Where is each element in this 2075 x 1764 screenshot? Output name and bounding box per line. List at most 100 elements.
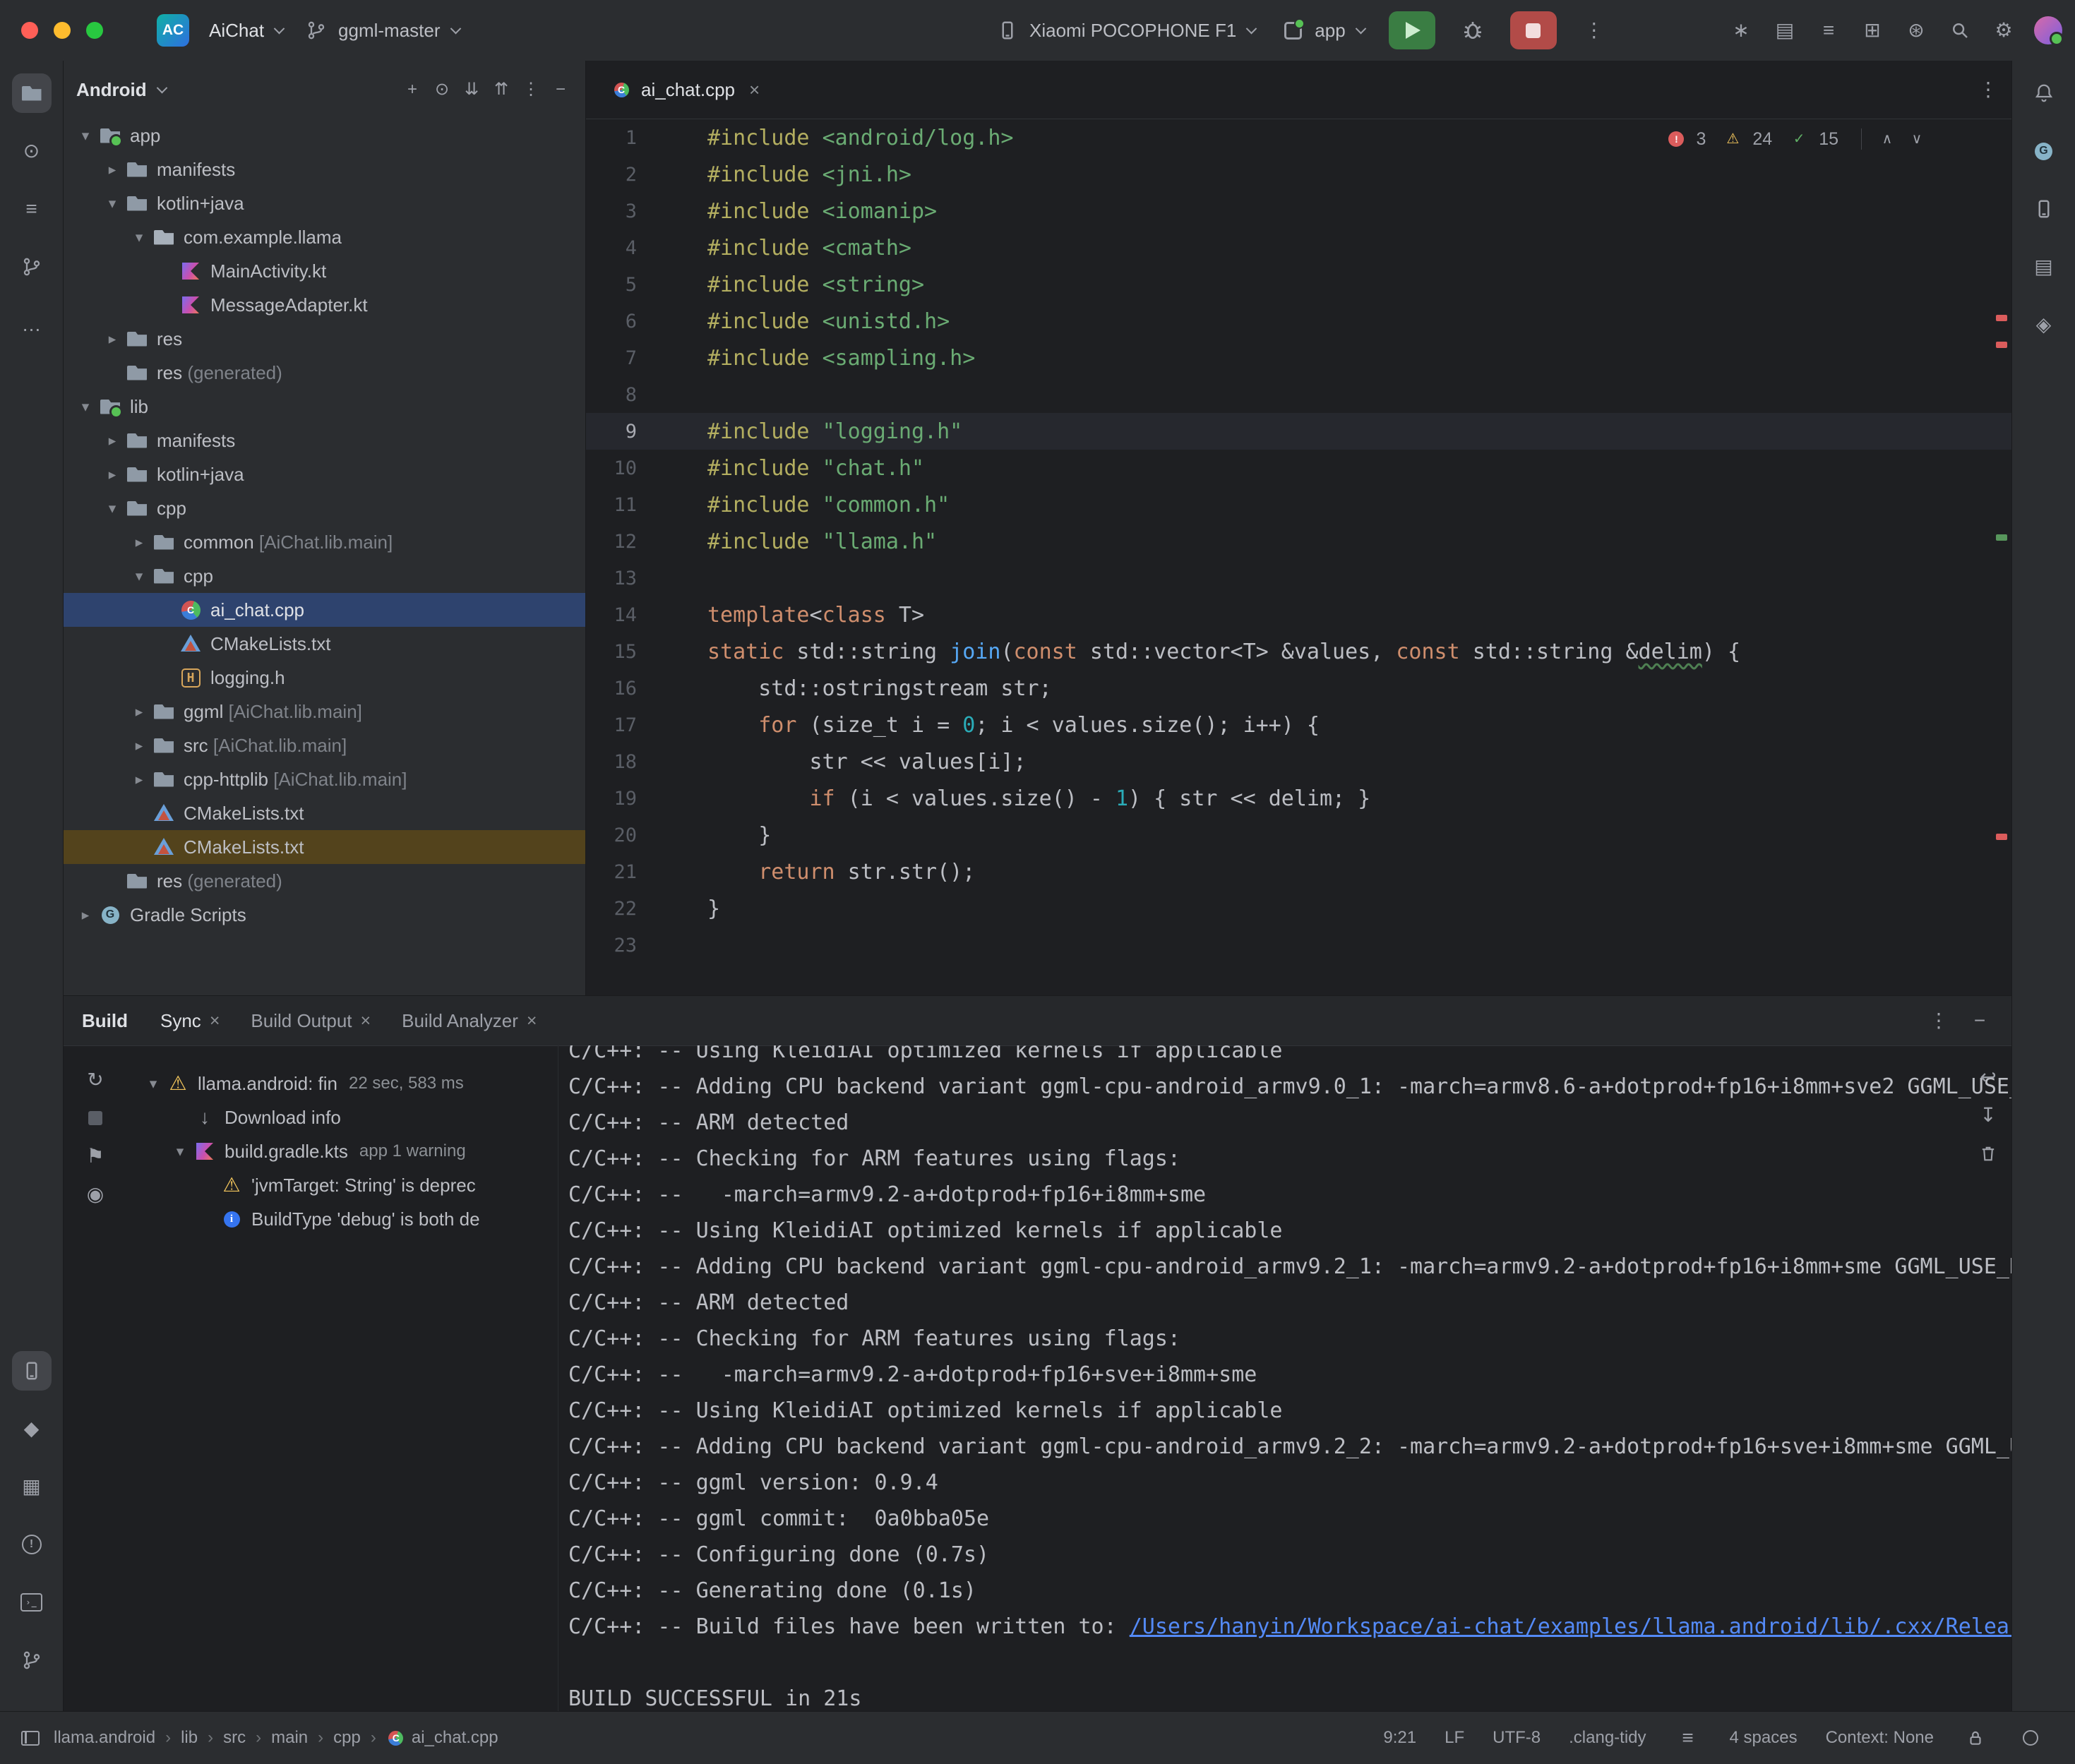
device-explorer-tool-button[interactable]: ▤ [2024, 247, 2064, 287]
code-area[interactable]: 1#include <android/log.h>2#include <jni.… [586, 119, 2011, 964]
line-number[interactable]: 12 [586, 531, 637, 553]
code-line[interactable]: 4#include <cmath> [586, 229, 2011, 266]
lock-icon[interactable] [1948, 1724, 2003, 1751]
close-tab-icon[interactable]: × [749, 79, 760, 101]
more-actions-button[interactable]: ⋮ [1581, 17, 1608, 44]
tree-item[interactable]: ▾cpp [64, 491, 585, 525]
breadcrumb-item[interactable]: src [223, 1728, 246, 1748]
code-line[interactable]: 11#include "common.h" [586, 486, 2011, 523]
tree-item[interactable]: ↓Download info [127, 1100, 558, 1134]
soft-wrap-icon[interactable]: ↩ [1975, 1064, 2002, 1091]
line-number[interactable]: 11 [586, 494, 637, 516]
line-number[interactable]: 3 [586, 200, 637, 222]
ai-assistant-icon[interactable]: ∗ [1728, 17, 1754, 44]
tree-item[interactable]: ▸common [AiChat.lib.main] [64, 525, 585, 559]
profiler-icon[interactable]: ▤ [1771, 17, 1798, 44]
pin-icon[interactable]: ⚑ [82, 1143, 109, 1170]
line-number[interactable]: 20 [586, 824, 637, 846]
tree-item[interactable]: MessageAdapter.kt [64, 288, 585, 322]
gradle-tool-button[interactable] [2024, 131, 2064, 171]
chevron-right-icon[interactable]: ▸ [100, 161, 124, 179]
notifications-tool-button[interactable] [2024, 73, 2064, 113]
tree-item[interactable]: MainActivity.kt [64, 254, 585, 288]
context-widget[interactable]: Context: None [1812, 1728, 1948, 1748]
code-line[interactable]: 19 if (i < values.size() - 1) { str << d… [586, 780, 2011, 817]
build-options-kebab-icon[interactable]: ⋮ [1925, 1007, 1952, 1034]
tool-window-widget-icon[interactable] [17, 1724, 44, 1751]
chevron-right-icon[interactable]: ▸ [100, 330, 124, 348]
chevron-right-icon[interactable]: ▸ [127, 703, 151, 721]
chevron-down-icon[interactable]: ▾ [73, 398, 97, 416]
minimize-window-button[interactable] [54, 22, 71, 39]
zoom-window-button[interactable] [86, 22, 103, 39]
scroll-to-end-icon[interactable]: ↧ [1975, 1102, 2002, 1129]
line-number[interactable]: 1 [586, 127, 637, 149]
tree-item[interactable]: ai_chat.cpp [64, 593, 585, 627]
code-line[interactable]: 7#include <sampling.h> [586, 340, 2011, 376]
caret-position-widget[interactable]: 9:21 [1369, 1728, 1430, 1748]
tree-item[interactable]: ▾build.gradle.ktsapp 1 warning [127, 1134, 558, 1168]
breadcrumb-item[interactable]: lib [181, 1728, 198, 1748]
code-line[interactable]: 6#include <unistd.h> [586, 303, 2011, 340]
code-line[interactable]: 20 } [586, 817, 2011, 853]
line-number[interactable]: 5 [586, 274, 637, 296]
console-link[interactable]: /Users/hanyin/Workspace/ai-chat/examples… [1130, 1614, 2011, 1639]
chevron-right-icon[interactable]: ▸ [100, 466, 124, 484]
tree-item[interactable]: ▸manifests [64, 152, 585, 186]
line-number[interactable]: 13 [586, 568, 637, 589]
line-number[interactable]: 10 [586, 457, 637, 479]
close-tab-icon[interactable]: × [361, 1011, 371, 1031]
change-stripe-mark[interactable] [1996, 534, 2007, 541]
line-number[interactable]: 7 [586, 347, 637, 369]
notifications-status-icon[interactable] [2003, 1724, 2058, 1751]
line-number[interactable]: 14 [586, 604, 637, 626]
plugins-icon[interactable]: ⊞ [1859, 17, 1886, 44]
tree-item[interactable]: res (generated) [64, 356, 585, 390]
pull-requests-tool-button[interactable] [12, 247, 52, 287]
logcat-tool-button[interactable]: ▦ [12, 1467, 52, 1506]
close-tab-icon[interactable]: × [527, 1011, 537, 1031]
device-manager-tool-button[interactable] [2024, 189, 2064, 229]
rerun-sync-icon[interactable]: ↻ [82, 1067, 109, 1093]
tree-item[interactable]: ▸manifests [64, 424, 585, 457]
options-kebab-icon[interactable]: ⋮ [519, 78, 543, 102]
code-line[interactable]: 21 return str.str(); [586, 853, 2011, 890]
line-separator-widget[interactable]: LF [1430, 1728, 1478, 1748]
code-line[interactable]: 10#include "chat.h" [586, 450, 2011, 486]
breadcrumb-item[interactable]: main [271, 1728, 308, 1748]
tree-item[interactable]: ▸kotlin+java [64, 457, 585, 491]
more-tool-windows-button[interactable]: … [12, 305, 52, 344]
chevron-down-icon[interactable]: ▾ [127, 568, 151, 585]
line-number[interactable]: 4 [586, 237, 637, 259]
error-stripe-mark[interactable] [1996, 315, 2007, 321]
code-line[interactable]: 16 std::ostringstream str; [586, 670, 2011, 707]
previous-problem-icon[interactable]: ∧ [1877, 129, 1897, 149]
editor-options-kebab-icon[interactable]: ⋮ [1975, 76, 2002, 103]
chevron-right-icon[interactable]: ▸ [127, 771, 151, 788]
code-line[interactable]: 13 [586, 560, 2011, 596]
line-number[interactable]: 16 [586, 678, 637, 700]
tree-item[interactable]: ▸ggml [AiChat.lib.main] [64, 695, 585, 728]
code-line[interactable]: 18 str << values[i]; [586, 743, 2011, 780]
line-number[interactable]: 6 [586, 311, 637, 332]
tree-item[interactable]: ▾kotlin+java [64, 186, 585, 220]
line-number[interactable]: 15 [586, 641, 637, 663]
chevron-down-icon[interactable]: ▾ [141, 1075, 165, 1093]
version-control-tool-button[interactable] [12, 1640, 52, 1680]
tree-item[interactable]: logging.h [64, 661, 585, 695]
structure-tool-button[interactable]: ≡ [12, 189, 52, 229]
line-number[interactable]: 22 [586, 898, 637, 920]
chevron-down-icon[interactable]: ▾ [100, 500, 124, 517]
profile-avatar[interactable] [2034, 16, 2062, 44]
chevron-down-icon[interactable]: ▾ [73, 127, 97, 145]
search-icon[interactable] [1947, 17, 1973, 44]
tree-item[interactable]: ▾⚠llama.android: fin22 sec, 583 ms [127, 1067, 558, 1100]
tree-item[interactable]: ▾app [64, 119, 585, 152]
select-opened-file-icon[interactable]: ⊙ [430, 78, 454, 102]
build-tab-build-analyzer[interactable]: Build Analyzer× [402, 1010, 537, 1032]
line-number[interactable]: 8 [586, 384, 637, 406]
tree-item[interactable]: CMakeLists.txt [64, 830, 585, 864]
settings-gear-icon[interactable]: ⚙ [1990, 17, 2017, 44]
next-problem-icon[interactable]: ∨ [1907, 129, 1927, 149]
commit-tool-button[interactable]: ⊙ [12, 131, 52, 171]
